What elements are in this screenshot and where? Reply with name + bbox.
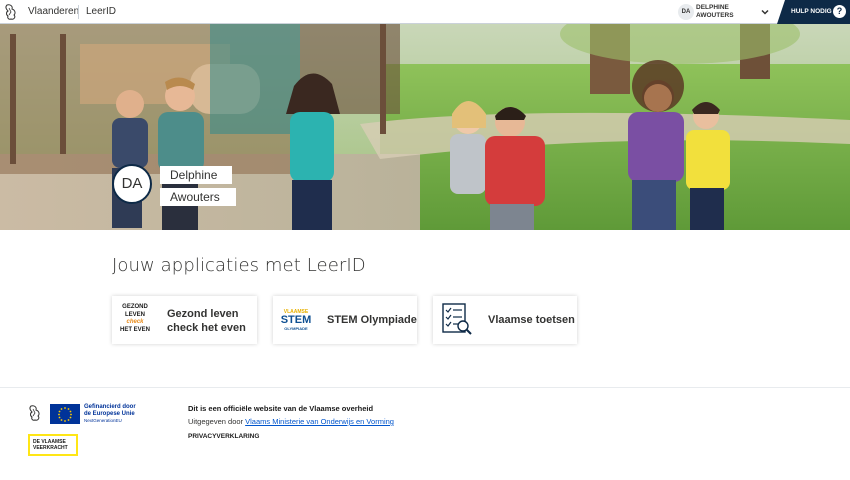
app-name[interactable]: LeerID <box>86 6 116 17</box>
gezond-leven-logo: GEZOND LEVEN check HET EVEN <box>118 304 152 338</box>
vlaanderen-lion-icon[interactable] <box>28 404 42 422</box>
logo-gezond: GEZOND <box>122 304 148 310</box>
user-avatar: DA <box>678 4 694 20</box>
published-by-label: Uitgegeven door <box>188 417 244 426</box>
footer-divider <box>0 387 850 388</box>
user-last-name: AWOUTERS <box>696 12 734 19</box>
user-name: DELPHINE AWOUTERS <box>696 4 752 20</box>
app-card-vlaamse-toetsen[interactable]: Vlaamse toetsen <box>433 296 577 344</box>
checklist-icon <box>442 303 472 335</box>
vlaanderen-lion-icon[interactable] <box>4 3 18 21</box>
ministry-link[interactable]: Vlaams Ministerie van Onderwijs en Vormi… <box>245 417 394 426</box>
logo-leven: LEVEN <box>124 311 145 318</box>
app-label: Gezond leven check het even <box>167 307 246 335</box>
app-label-line2: check het even <box>167 322 246 334</box>
eu-funding-text: Gefinancierd door de Europese Unie <box>84 404 136 417</box>
stem-olympiade-logo: VLAAMSE STEM OLYMPIADE <box>279 309 313 333</box>
brand-name[interactable]: Vlaanderen <box>28 6 79 17</box>
app-label-line1: Gezond leven <box>167 308 239 320</box>
vlaamse-veerkracht-logo: DE VLAAMSE VEERKRACHT <box>28 434 78 456</box>
hero-banner: DA Delphine Awouters <box>0 24 850 230</box>
profile-first-name: Delphine <box>160 166 232 184</box>
logo-stem: STEM <box>280 314 312 326</box>
user-menu-button[interactable]: DA DELPHINE AWOUTERS <box>674 0 778 24</box>
profile-avatar: DA <box>112 164 152 204</box>
header-divider <box>78 5 79 19</box>
eu-flag-icon <box>50 404 80 424</box>
app-label: STEM Olympiade <box>327 314 417 326</box>
user-first-name: DELPHINE <box>696 4 729 11</box>
help-button[interactable]: HULP NODIG ? <box>777 0 850 24</box>
app-label: Vlaamse toetsen <box>488 314 575 326</box>
eu-funding-subtext: NextGenerationEU <box>84 418 122 423</box>
help-label: HULP NODIG <box>791 8 832 15</box>
app-card-stem-olympiade[interactable]: VLAAMSE STEM OLYMPIADE STEM Olympiade <box>273 296 417 344</box>
privacy-link[interactable]: PRIVACYVERKLARING <box>188 433 259 440</box>
chevron-down-icon <box>761 9 769 15</box>
official-website-text: Dit is een officiële website van de Vlaa… <box>188 404 374 413</box>
logo-check: check <box>126 319 144 325</box>
applications-heading: Jouw applicaties met LeerID <box>112 255 366 276</box>
publisher-text: Uitgegeven door Vlaams Ministerie van On… <box>188 417 394 426</box>
profile-last-name: Awouters <box>160 188 236 206</box>
logo-olympiade: OLYMPIADE <box>284 326 308 331</box>
logo-het-even: HET EVEN <box>119 326 150 333</box>
app-card-gezond-leven[interactable]: GEZOND LEVEN check HET EVEN Gezond leven… <box>112 296 257 344</box>
question-icon: ? <box>833 5 846 18</box>
top-bar: Vlaanderen LeerID DA DELPHINE AWOUTERS H… <box>0 0 850 24</box>
